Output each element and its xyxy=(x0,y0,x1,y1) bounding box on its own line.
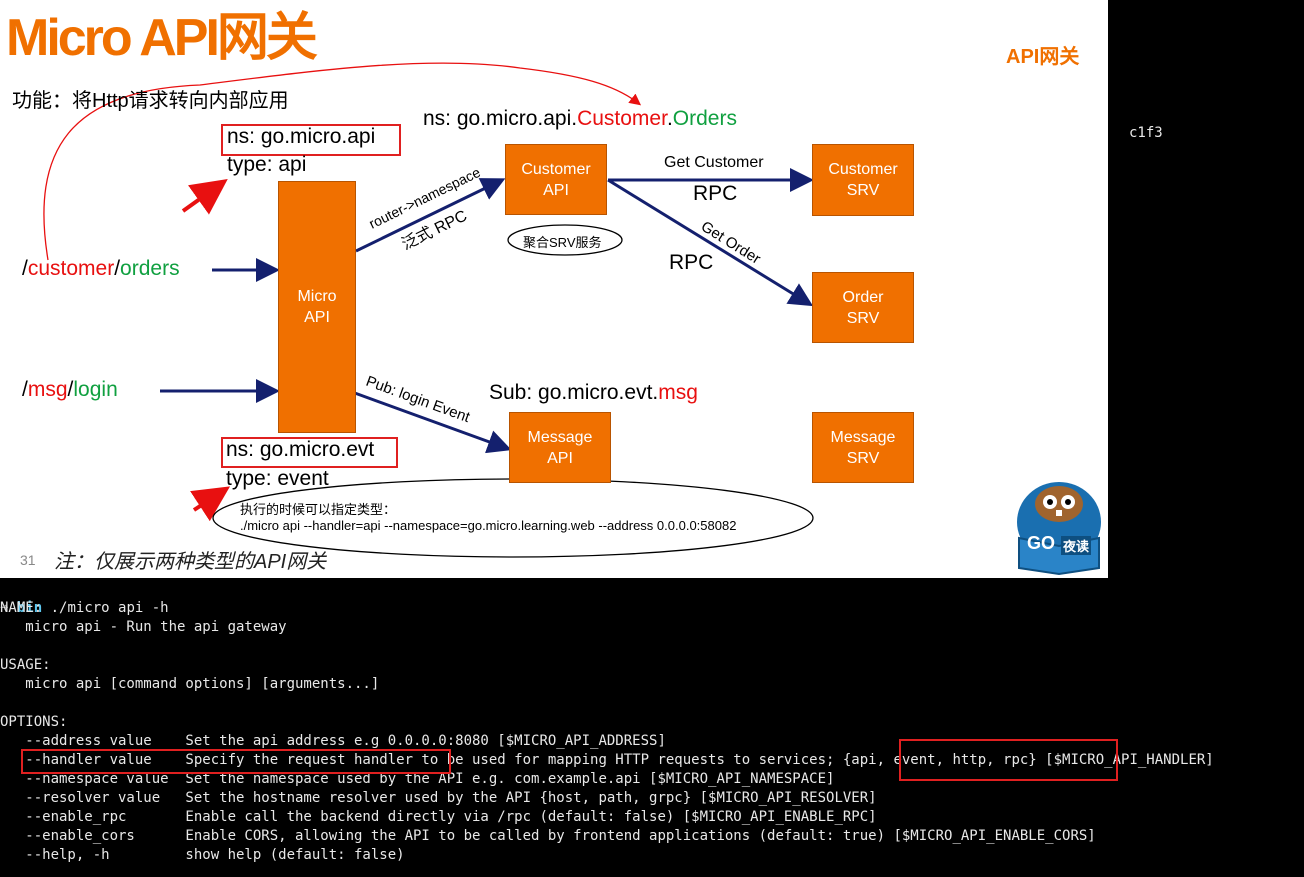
go-yedu-logo: GO 夜读 xyxy=(1015,478,1103,576)
message-api-line1: Message xyxy=(527,428,593,446)
pointer-arrow-evt xyxy=(190,486,231,522)
pub-login-event-label: Pub: login Event xyxy=(364,373,473,427)
order-srv-box: Order SRV xyxy=(812,272,914,343)
ns-evt-label: ns: go.micro.evt xyxy=(226,438,375,461)
option-help: --help, -h show help (default: false) xyxy=(0,847,405,863)
route-msg-login: /msg/login xyxy=(22,378,118,402)
name-text: micro api - Run the api gateway xyxy=(0,619,287,635)
name-header: NAME: xyxy=(0,600,43,616)
usage-text: micro api [command options] [arguments..… xyxy=(0,676,380,692)
sub-label: Sub: go.micro.evt.msg xyxy=(489,381,698,405)
message-api-box: Message API xyxy=(509,412,611,483)
ns-orders-label: ns: go.micro.api.Customer.Orders xyxy=(423,107,737,131)
exec-note-line2: ./micro api --handler=api --namespace=go… xyxy=(240,518,737,533)
micro-api-line1: Micro xyxy=(297,288,337,305)
customer-api-line2: API xyxy=(543,181,569,199)
get-customer-label: Get Customer xyxy=(664,154,764,171)
function-text: 功能：将Http请求转向内部应用 xyxy=(12,90,289,112)
options-header: OPTIONS: xyxy=(0,714,68,730)
message-srv-line1: Message xyxy=(830,428,896,446)
pointer-arrow-api xyxy=(181,179,228,215)
ns-orders-orders: Orders xyxy=(672,107,737,130)
sub-msg: msg xyxy=(658,381,698,404)
type-api-label: type: api xyxy=(227,153,307,176)
beaver-icon xyxy=(1017,482,1101,576)
customer-srv-line2: SRV xyxy=(846,182,880,199)
route-customer-orders: /customer/orders xyxy=(22,257,180,281)
customer-api-box: Customer API xyxy=(505,144,607,215)
route1-customer: customer xyxy=(27,257,115,280)
logo-cn-text: 夜读 xyxy=(1061,536,1092,555)
route1-orders: orders xyxy=(120,257,180,280)
option-enable-rpc: --enable_rpc Enable call the backend dir… xyxy=(0,809,877,825)
slide-note: 注：仅展示两种类型的API网关 xyxy=(54,551,327,573)
presentation-slide: router->namespace 泛式 RPC Get Order Pub: … xyxy=(0,0,1108,578)
logo-go-text: GO xyxy=(1027,533,1056,553)
message-srv-box: Message SRV xyxy=(812,412,914,483)
exec-note-line1: 执行的时候可以指定类型： xyxy=(240,502,397,517)
type-evt-label: type: event xyxy=(226,467,329,490)
customer-srv-box: Customer SRV xyxy=(812,144,914,216)
route2-login: login xyxy=(73,378,118,401)
micro-api-box: Micro API xyxy=(278,181,356,433)
page-number: 31 xyxy=(20,552,36,568)
customer-srv-line1: Customer xyxy=(828,161,898,178)
ns-api-label: ns: go.micro.api xyxy=(227,125,376,148)
customer-api-line1: Customer xyxy=(521,160,591,178)
option-resolver: --resolver value Set the hostname resolv… xyxy=(0,790,877,806)
route2-msg: msg xyxy=(27,378,68,401)
ns-orders-prefix: ns: go.micro.api. xyxy=(423,107,578,130)
sub-prefix: Sub: go.micro.evt. xyxy=(489,381,659,404)
usage-header: USAGE: xyxy=(0,657,51,673)
message-api-line2: API xyxy=(547,449,573,467)
handler-highlight-frame xyxy=(21,749,451,774)
handler-values-highlight-frame xyxy=(899,739,1118,781)
order-srv-line1: Order xyxy=(842,288,884,306)
terminal-partial-text: c1f3 xyxy=(1129,125,1163,141)
order-srv-line2: SRV xyxy=(846,309,880,327)
prompt-command: ./micro api -h xyxy=(50,600,169,616)
option-enable-cors: --enable_cors Enable CORS, allowing the … xyxy=(0,828,1096,844)
micro-api-line2: API xyxy=(304,309,330,326)
ns-orders-customer: Customer xyxy=(577,107,667,130)
rpc-label-1: RPC xyxy=(693,182,738,205)
slide-title: Micro API网关 xyxy=(6,9,318,67)
aggregate-srv-label: 聚合SRV服务 xyxy=(523,235,602,250)
rpc-label-2: RPC xyxy=(669,251,714,274)
slide-corner-label: API网关 xyxy=(1006,46,1080,68)
message-srv-line2: SRV xyxy=(846,449,880,467)
